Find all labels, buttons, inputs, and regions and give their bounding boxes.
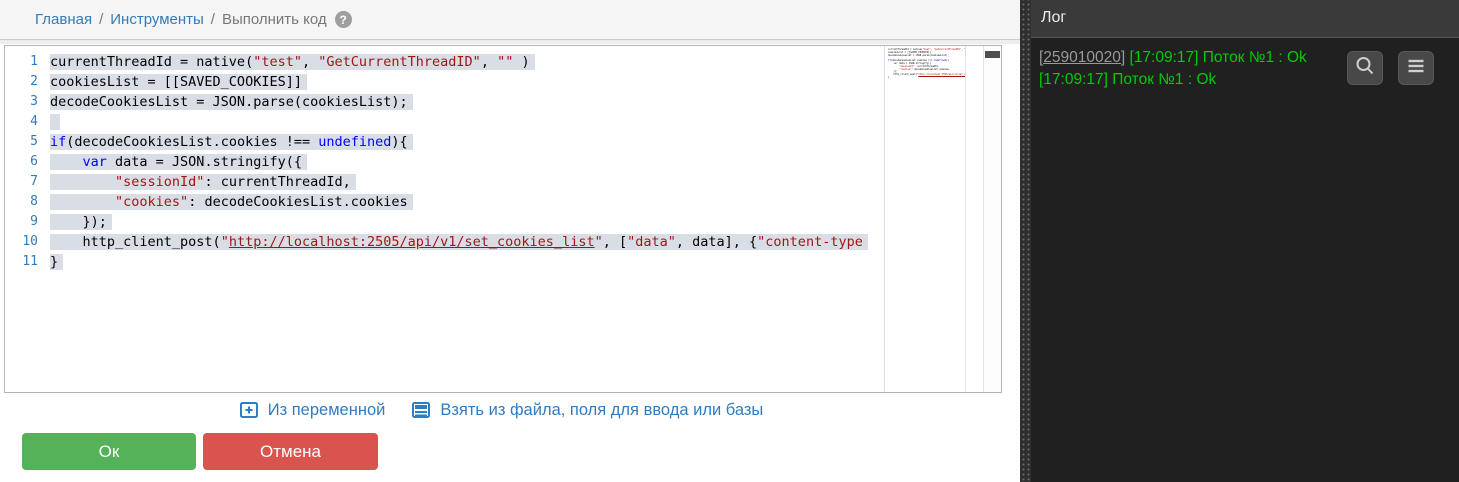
minimap-line: 11} bbox=[888, 75, 890, 79]
breadcrumb-home-link[interactable]: Главная bbox=[35, 11, 92, 28]
code-lines[interactable]: 1 currentThreadId = native("test", "GetCu… bbox=[5, 46, 884, 392]
log-menu-button[interactable] bbox=[1398, 51, 1434, 85]
log-entry-text: [17:09:17] Поток №1 : Ok bbox=[1039, 71, 1217, 88]
menu-icon bbox=[1405, 55, 1427, 82]
breadcrumb-current-page: Выполнить код bbox=[221, 11, 327, 28]
vertical-scrollbar[interactable] bbox=[983, 46, 1001, 392]
code-line[interactable]: 10 http_client_post("http://localhost:25… bbox=[5, 232, 884, 252]
line-number: 5 bbox=[30, 134, 38, 149]
log-entry-text: [17:09:17] Поток №1 : Ok bbox=[1125, 49, 1307, 66]
log-panel-title: Лог bbox=[1041, 9, 1067, 26]
plus-square-icon bbox=[239, 400, 259, 420]
insert-from-variable-label: Из переменной bbox=[267, 400, 386, 419]
help-question-icon[interactable]: ? bbox=[334, 11, 352, 28]
search-icon bbox=[1354, 55, 1376, 82]
line-number: 6 bbox=[30, 154, 38, 169]
code-line[interactable]: 5 if(decodeCookiesList.cookies !== undefi… bbox=[5, 132, 884, 152]
insert-from-file-label: Взять из файла, поля для ввода или базы bbox=[440, 400, 764, 419]
log-entry-id-link[interactable]: [259010020] bbox=[1039, 49, 1125, 66]
insert-actions-row: Из переменной Взять из файла, поля для в… bbox=[0, 400, 1002, 420]
log-search-button[interactable] bbox=[1347, 51, 1383, 85]
spacer-band bbox=[0, 40, 1020, 44]
minimap[interactable]: 1currentThreadId = native("test", "GetCu… bbox=[884, 46, 966, 392]
breadcrumb: Главная / Инструменты / Выполнить код ? bbox=[0, 0, 1020, 40]
log-panel: Лог [259010020] [17:09:17] Поток №1 : Ok… bbox=[1031, 0, 1459, 482]
line-number: 10 bbox=[22, 234, 38, 249]
log-panel-header: Лог bbox=[1031, 0, 1459, 36]
form-rows-icon bbox=[411, 400, 431, 420]
line-number: 7 bbox=[30, 174, 38, 189]
panel-resize-splitter[interactable] bbox=[1020, 0, 1031, 482]
line-number: 11 bbox=[22, 254, 38, 269]
code-line[interactable]: 6 var data = JSON.stringify({ bbox=[5, 152, 884, 172]
code-editor[interactable]: 1 currentThreadId = native("test", "GetCu… bbox=[4, 45, 1002, 393]
line-number: 1 bbox=[30, 54, 38, 69]
ok-button[interactable]: Ок bbox=[22, 433, 196, 470]
insert-from-variable-link[interactable]: Из переменной bbox=[239, 400, 386, 420]
log-toolbar bbox=[1347, 51, 1434, 85]
code-line[interactable]: 7 "sessionId": currentThreadId, bbox=[5, 172, 884, 192]
line-number: 9 bbox=[30, 214, 38, 229]
breadcrumb-separator: / bbox=[210, 11, 215, 28]
breadcrumb-separator: / bbox=[99, 11, 104, 28]
code-line[interactable]: 11} bbox=[5, 252, 884, 272]
minimap-line: 10 http_client_post("http://localhost:25… bbox=[888, 73, 966, 77]
line-number: 4 bbox=[30, 114, 38, 129]
code-line[interactable]: 3 decodeCookiesList = JSON.parse(cookiesL… bbox=[5, 92, 884, 112]
main-panel: Главная / Инструменты / Выполнить код ? … bbox=[0, 0, 1020, 482]
breadcrumb-tools-link[interactable]: Инструменты bbox=[110, 11, 204, 28]
line-number: 2 bbox=[30, 74, 38, 89]
code-line[interactable]: 1 currentThreadId = native("test", "GetCu… bbox=[5, 52, 884, 72]
scrollbar-thumb[interactable] bbox=[985, 51, 1000, 58]
log-content: [259010020] [17:09:17] Поток №1 : Ok [17… bbox=[1031, 37, 1459, 482]
code-line[interactable]: 9 }); bbox=[5, 212, 884, 232]
insert-from-file-link[interactable]: Взять из файла, поля для ввода или базы bbox=[411, 400, 763, 420]
cancel-button[interactable]: Отмена bbox=[203, 433, 378, 470]
code-line[interactable]: 2 cookiesList = [[SAVED_COOKIES]] bbox=[5, 72, 884, 92]
line-number: 8 bbox=[30, 194, 38, 209]
line-number: 3 bbox=[30, 94, 38, 109]
code-line[interactable]: 4 bbox=[5, 112, 884, 132]
code-line[interactable]: 8 "cookies": decodeCookiesList.cookies bbox=[5, 192, 884, 212]
scrollbar-gutter bbox=[965, 46, 983, 392]
